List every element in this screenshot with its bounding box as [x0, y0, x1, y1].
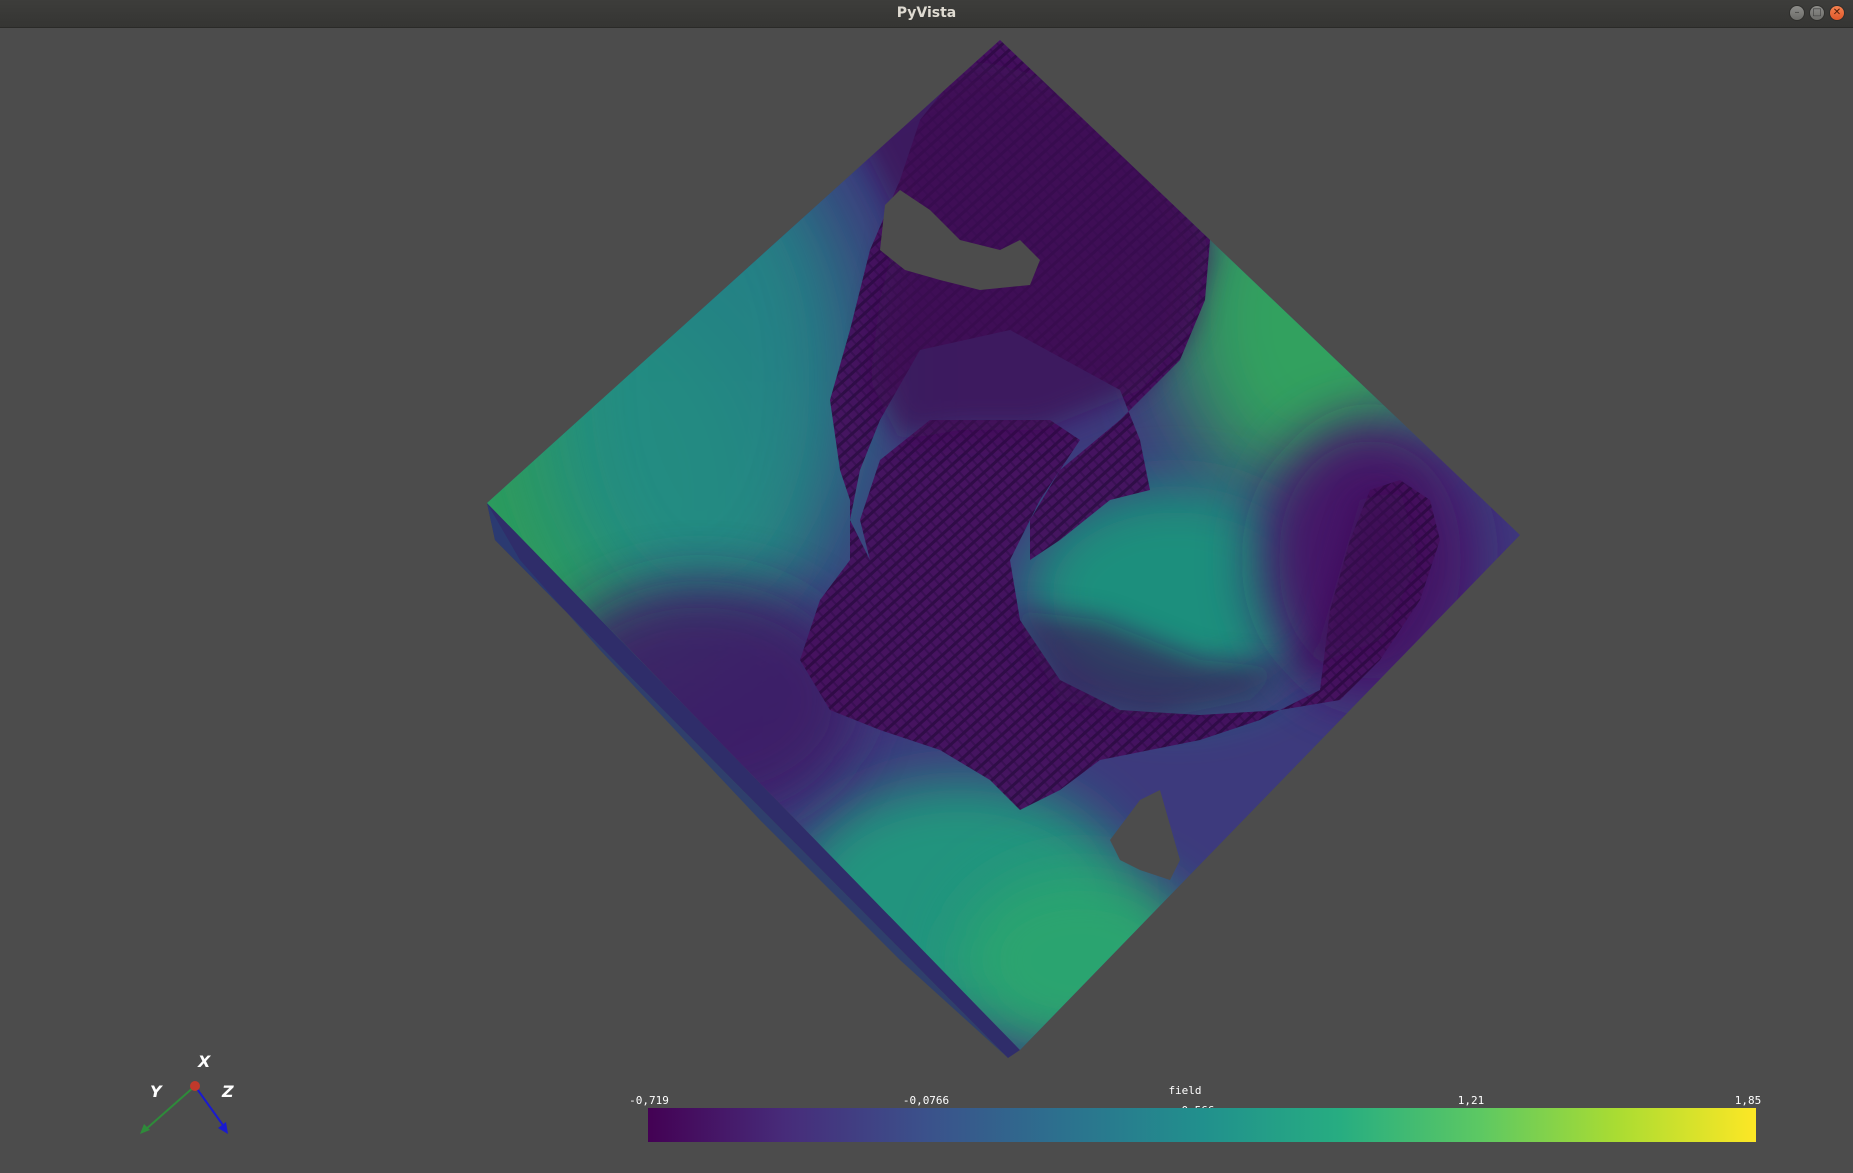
scalar-bar-tick: -0,0766	[902, 1094, 950, 1107]
window-title: PyVista	[896, 5, 957, 21]
y-axis-label: Y	[150, 1082, 162, 1101]
z-axis-line	[194, 1085, 226, 1129]
close-button[interactable]: ✕	[1829, 5, 1845, 21]
minimize-icon: –	[1794, 7, 1800, 18]
scalar-bar[interactable]: field -0,719 -0,0766 0,566 1,21 1,85	[600, 1080, 1770, 1144]
maximize-icon: □	[1812, 7, 1822, 18]
x-axis-tip	[190, 1081, 200, 1091]
close-icon: ✕	[1832, 7, 1842, 18]
scalar-bar-tick: 1,85	[1734, 1094, 1762, 1107]
orientation-axes-widget[interactable]: X Y Z	[130, 1052, 250, 1142]
window-controls: – □ ✕	[1789, 5, 1845, 21]
scalar-bar-tick: -0,719	[629, 1094, 669, 1107]
scalar-bar-title: field	[1168, 1084, 1202, 1097]
minimize-button[interactable]: –	[1789, 5, 1805, 21]
render-viewport[interactable]: X Y Z field -0,719 -0,0766 0,566 1,21 1,…	[0, 28, 1853, 1173]
x-axis-label: X	[198, 1052, 211, 1071]
scalar-bar-tick: 1,21	[1457, 1094, 1485, 1107]
z-axis-label: Z	[222, 1082, 234, 1101]
voxel-mesh-render[interactable]	[0, 28, 1853, 1173]
y-axis-arrowhead	[140, 1124, 150, 1134]
maximize-button[interactable]: □	[1809, 5, 1825, 21]
title-bar[interactable]: PyVista – □ ✕	[0, 0, 1853, 28]
scalar-bar-gradient	[648, 1108, 1756, 1142]
